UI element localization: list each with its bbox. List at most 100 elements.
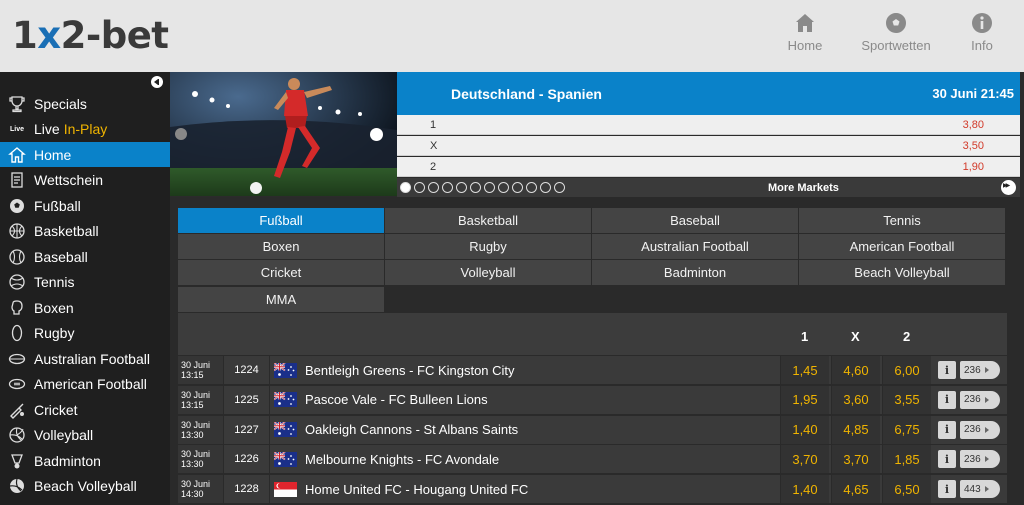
sidebar-item-tennis[interactable]: Tennis bbox=[0, 270, 170, 295]
slide-dot[interactable] bbox=[554, 182, 565, 193]
nav-sportwetten[interactable]: Sportwetten bbox=[851, 12, 941, 53]
slide-dot[interactable] bbox=[526, 182, 537, 193]
more-markets-button[interactable]: 236 bbox=[960, 445, 1002, 473]
sidebar-item-home[interactable]: Home bbox=[0, 142, 170, 167]
odd-button-1[interactable]: 3,70 bbox=[780, 445, 829, 474]
featured-odd-row[interactable]: X 3,50 bbox=[397, 136, 1020, 156]
sport-tab-mma[interactable]: MMA bbox=[178, 287, 384, 312]
match-info-button[interactable]: i bbox=[936, 356, 958, 384]
featured-odd-row[interactable]: 2 1,90 bbox=[397, 157, 1020, 177]
table-row[interactable]: 30 Juni 13:30 1226 Melbourne Knights - FC A… bbox=[178, 445, 1007, 474]
featured-odd-row[interactable]: 1 3,80 bbox=[397, 115, 1020, 135]
sidebar-item-rugby[interactable]: Rugby bbox=[0, 321, 170, 346]
odd-button-1[interactable]: 1,40 bbox=[780, 475, 829, 504]
odd-button-2[interactable]: 6,00 bbox=[882, 356, 931, 384]
sport-tab-beach-volleyball[interactable]: Beach Volleyball bbox=[799, 260, 1005, 285]
sidebar-item-fußball[interactable]: Fußball bbox=[0, 193, 170, 218]
odd-value[interactable]: 3,50 bbox=[963, 140, 984, 152]
sidebar-item-australian-football[interactable]: Australian Football bbox=[0, 346, 170, 371]
sidebar-item-american-football[interactable]: American Football bbox=[0, 372, 170, 397]
odd-button-x[interactable]: 4,65 bbox=[831, 475, 880, 504]
more-markets-button[interactable]: 236 bbox=[960, 386, 1002, 414]
slide-dot[interactable] bbox=[512, 182, 523, 193]
slide-dot[interactable] bbox=[414, 182, 425, 193]
more-markets-link[interactable]: More Markets bbox=[768, 182, 839, 194]
slide-dot[interactable] bbox=[442, 182, 453, 193]
info-icon: i bbox=[938, 390, 956, 409]
collapse-sidebar-icon[interactable] bbox=[151, 76, 163, 88]
sidebar-item-wettschein[interactable]: Wettschein bbox=[0, 168, 170, 193]
slide-dot[interactable] bbox=[428, 182, 439, 193]
more-markets-button[interactable]: 236 bbox=[960, 356, 1002, 384]
match-info-button[interactable]: i bbox=[936, 386, 958, 414]
prev-slide-icon[interactable] bbox=[175, 128, 187, 140]
sport-tab-american-football[interactable]: American Football bbox=[799, 234, 1005, 259]
match-name[interactable]: Bentleigh Greens - FC Kingston City bbox=[305, 356, 775, 384]
slide-dot[interactable] bbox=[400, 182, 411, 193]
match-name[interactable]: Oakleigh Cannons - St Albans Saints bbox=[305, 416, 775, 444]
sidebar-item-badminton[interactable]: Badminton bbox=[0, 448, 170, 473]
markets-count: 236 bbox=[964, 453, 981, 465]
odd-button-x[interactable]: 3,60 bbox=[831, 385, 880, 414]
odd-button-1[interactable]: 1,45 bbox=[780, 356, 829, 384]
odd-button-2[interactable]: 6,75 bbox=[882, 415, 931, 444]
sport-tab-volleyball[interactable]: Volleyball bbox=[385, 260, 591, 285]
nav-home[interactable]: Home bbox=[760, 12, 850, 53]
odd-button-2[interactable]: 3,55 bbox=[882, 385, 931, 414]
odd-button-2[interactable]: 1,85 bbox=[882, 445, 931, 474]
match-info-button[interactable]: i bbox=[936, 416, 958, 444]
match-name[interactable]: Melbourne Knights - FC Avondale bbox=[305, 445, 775, 473]
sport-tab-baseball[interactable]: Baseball bbox=[592, 208, 798, 233]
slide-dot[interactable] bbox=[498, 182, 509, 193]
table-row[interactable]: 30 Juni 14:30 1228 Home United FC - Hougang… bbox=[178, 475, 1007, 504]
table-row[interactable]: 30 Juni 13:15 1224 Bentleigh Greens - FC Ki… bbox=[178, 356, 1007, 384]
sport-tab-tennis[interactable]: Tennis bbox=[799, 208, 1005, 233]
sidebar-item-volleyball[interactable]: Volleyball bbox=[0, 423, 170, 448]
odd-label: 1 bbox=[430, 119, 437, 131]
match-name[interactable]: Home United FC - Hougang United FC bbox=[305, 475, 775, 503]
sidebar-item-basketball[interactable]: Basketball bbox=[0, 219, 170, 244]
next-banner-icon[interactable] bbox=[1001, 180, 1016, 195]
sport-tab-boxen[interactable]: Boxen bbox=[178, 234, 384, 259]
odd-button-x[interactable]: 4,85 bbox=[831, 415, 880, 444]
sport-tab-rugby[interactable]: Rugby bbox=[385, 234, 591, 259]
nav-info[interactable]: Info bbox=[937, 12, 1024, 53]
odd-button-1[interactable]: 1,95 bbox=[780, 385, 829, 414]
match-info-button[interactable]: i bbox=[936, 475, 958, 503]
sport-tab-cricket[interactable]: Cricket bbox=[178, 260, 384, 285]
sport-tab-badminton[interactable]: Badminton bbox=[592, 260, 798, 285]
odd-button-x[interactable]: 3,70 bbox=[831, 445, 880, 474]
sidebar-item-beach-volleyball[interactable]: Beach Volleyball bbox=[0, 474, 170, 499]
featured-banner-image[interactable] bbox=[170, 72, 397, 196]
sport-tab-basketball[interactable]: Basketball bbox=[385, 208, 591, 233]
sport-tab-australian-football[interactable]: Australian Football bbox=[592, 234, 798, 259]
site-logo[interactable]: 1x2-bet bbox=[12, 14, 169, 57]
odd-button-1[interactable]: 1,40 bbox=[780, 415, 829, 444]
odd-button-2[interactable]: 6,50 bbox=[882, 475, 931, 504]
sidebar-item-boxen[interactable]: Boxen bbox=[0, 295, 170, 320]
more-markets-button[interactable]: 443 bbox=[960, 475, 1002, 503]
more-markets-button[interactable]: 236 bbox=[960, 416, 1002, 444]
odds-table-header: 1 X 2 bbox=[178, 313, 1007, 355]
slide-dot[interactable] bbox=[456, 182, 467, 193]
next-slide-icon[interactable] bbox=[370, 128, 383, 141]
sidebar-item-label: Volleyball bbox=[34, 427, 94, 443]
featured-match-header[interactable]: Deutschland - Spanien 30 Juni 21:45 bbox=[397, 72, 1020, 115]
sport-tab-fußball[interactable]: Fußball bbox=[178, 208, 384, 233]
match-info-button[interactable]: i bbox=[936, 445, 958, 473]
odd-button-x[interactable]: 4,60 bbox=[831, 356, 880, 384]
slide-dot[interactable] bbox=[470, 182, 481, 193]
match-datetime: 30 Juni 13:30 bbox=[178, 415, 224, 444]
sidebar-item-specials[interactable]: Specials bbox=[0, 91, 170, 116]
sidebar-item-baseball[interactable]: Baseball bbox=[0, 244, 170, 269]
odd-value[interactable]: 3,80 bbox=[963, 119, 984, 131]
odd-value[interactable]: 1,90 bbox=[963, 161, 984, 173]
table-row[interactable]: 30 Juni 13:15 1225 Pascoe Vale - FC Bulleen… bbox=[178, 385, 1007, 414]
slide-dot[interactable] bbox=[540, 182, 551, 193]
sidebar-item-live[interactable]: Live Live In-Play bbox=[0, 117, 170, 142]
sidebar-item-label: Cricket bbox=[34, 401, 78, 418]
match-name[interactable]: Pascoe Vale - FC Bulleen Lions bbox=[305, 386, 775, 414]
slide-dot[interactable] bbox=[484, 182, 495, 193]
table-row[interactable]: 30 Juni 13:30 1227 Oakleigh Cannons - St Al… bbox=[178, 415, 1007, 444]
sidebar-item-cricket[interactable]: Cricket bbox=[0, 397, 170, 422]
